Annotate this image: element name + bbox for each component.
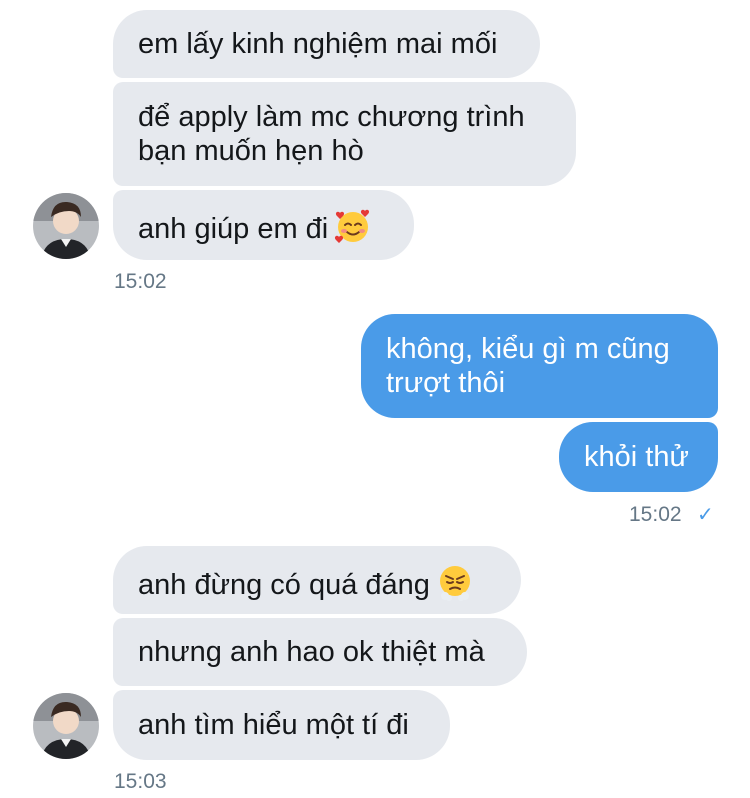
message-timestamp: 15:02 — [114, 270, 167, 293]
outgoing-message-bubble[interactable]: không, kiểu gì m cũng trượt thôi — [361, 314, 718, 418]
message-text: trượt thôi — [386, 367, 506, 399]
message-text: anh giúp em đi — [138, 213, 329, 245]
message-text: nhưng anh hao ok thiệt mà — [138, 636, 485, 668]
incoming-message-bubble[interactable]: anh tìm hiểu một tí đi — [113, 690, 450, 760]
incoming-message-bubble[interactable]: để apply làm mc chương trình bạn muốn hẹ… — [113, 82, 576, 186]
message-text: anh tìm hiểu một tí đi — [138, 709, 409, 741]
incoming-message-bubble[interactable]: anh đừng có quá đáng — [113, 546, 521, 614]
contact-avatar[interactable] — [33, 193, 99, 259]
incoming-message-bubble[interactable]: anh giúp em đi — [113, 190, 414, 260]
message-timestamp: 15:02 — [629, 503, 682, 526]
message-text: anh đừng có quá đáng — [138, 569, 430, 601]
incoming-message-bubble[interactable]: em lấy kinh nghiệm mai mối — [113, 10, 540, 78]
message-text: bạn muốn hẹn hò — [138, 135, 364, 167]
message-timestamp: 15:03 — [114, 770, 167, 793]
message-text: không, kiểu gì m cũng — [386, 333, 670, 365]
message-text: khỏi thử — [584, 441, 689, 473]
read-receipt-icon: ✓ — [697, 504, 714, 526]
smiling-face-with-hearts-icon — [334, 207, 372, 253]
face-with-steam-from-nose-icon — [436, 563, 474, 609]
message-text: em lấy kinh nghiệm mai mối — [138, 28, 498, 60]
outgoing-message-bubble[interactable]: khỏi thử — [559, 422, 718, 492]
message-text: để apply làm mc chương trình — [138, 101, 525, 133]
incoming-message-bubble[interactable]: nhưng anh hao ok thiệt mà — [113, 618, 527, 686]
contact-avatar[interactable] — [33, 693, 99, 759]
